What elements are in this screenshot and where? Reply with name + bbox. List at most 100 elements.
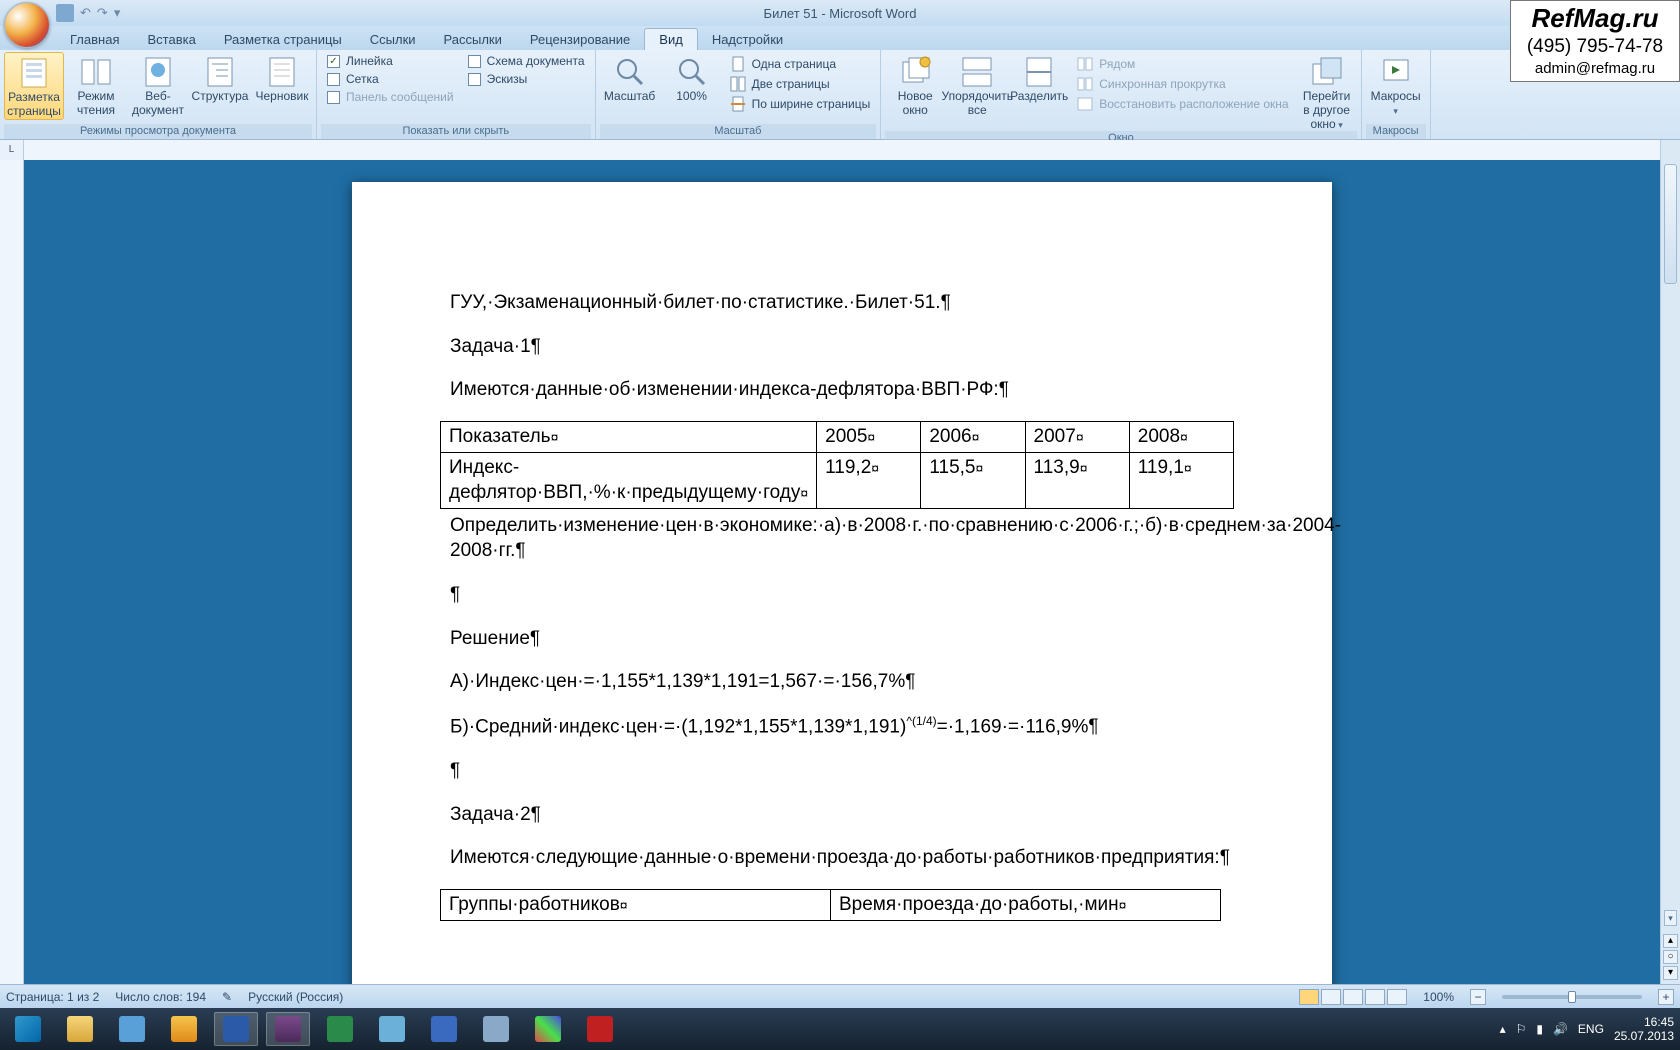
- doc-paragraph[interactable]: Задача·2: [450, 802, 1234, 828]
- cell[interactable]: Группы·работников: [449, 894, 620, 915]
- zoom-page-width-button[interactable]: По ширине страницы: [724, 94, 877, 114]
- zoom-slider-knob[interactable]: [1568, 991, 1576, 1003]
- doc-paragraph[interactable]: Б)·Средний·индекс·цен·=·(1,192*1,155*1,1…: [450, 713, 1234, 740]
- cell[interactable]: 119,2: [825, 457, 871, 478]
- taskbar-notepad[interactable]: [370, 1012, 414, 1046]
- cell[interactable]: 113,9: [1034, 457, 1080, 478]
- doc-paragraph[interactable]: Решение: [450, 626, 1234, 652]
- doc-paragraph[interactable]: [450, 582, 1234, 608]
- tab-review[interactable]: Рецензирование: [516, 29, 644, 50]
- view-read-icon[interactable]: [1321, 989, 1341, 1005]
- tab-selector[interactable]: L: [0, 140, 24, 160]
- scrollbar-thumb[interactable]: [1664, 164, 1677, 284]
- taskbar-calc[interactable]: [474, 1012, 518, 1046]
- cell[interactable]: 119,1: [1138, 457, 1184, 478]
- taskbar-excel[interactable]: [318, 1012, 362, 1046]
- tab-addins[interactable]: Надстройки: [698, 29, 797, 50]
- tab-layout[interactable]: Разметка страницы: [210, 29, 356, 50]
- zoom-100-button[interactable]: 100%: [662, 52, 722, 104]
- next-page-icon[interactable]: ▾: [1663, 966, 1678, 980]
- taskbar-paint[interactable]: [526, 1012, 570, 1046]
- start-button[interactable]: [6, 1012, 50, 1046]
- view-print-icon[interactable]: [1299, 989, 1319, 1005]
- office-button[interactable]: [4, 2, 50, 48]
- macros-button[interactable]: Макросы: [1366, 52, 1426, 118]
- check-thumbnails[interactable]: Эскизы: [462, 70, 591, 88]
- arrange-all-button[interactable]: Упорядочить все: [947, 52, 1007, 118]
- check-docmap[interactable]: Схема документа: [462, 52, 591, 70]
- check-gridlines[interactable]: Сетка: [321, 70, 460, 88]
- view-web-button[interactable]: Веб-документ: [128, 52, 188, 118]
- cell[interactable]: Время·проезда·до·работы,·мин: [839, 894, 1119, 915]
- view-draft-button[interactable]: Черновик: [252, 52, 312, 104]
- browse-object-icon[interactable]: ○: [1663, 950, 1678, 964]
- tray-flag-icon[interactable]: ⚐: [1516, 1022, 1527, 1036]
- qat-undo-icon[interactable]: ↶: [80, 5, 91, 21]
- tray-language[interactable]: ENG: [1578, 1022, 1604, 1036]
- tab-home[interactable]: Главная: [56, 29, 133, 50]
- taskbar-app[interactable]: [110, 1012, 154, 1046]
- cell[interactable]: 2005: [825, 426, 867, 447]
- tray-arrow-icon[interactable]: ▴: [1500, 1022, 1506, 1036]
- doc-paragraph[interactable]: Имеются·следующие·данные·о·времени·проез…: [450, 845, 1234, 871]
- tab-insert[interactable]: Вставка: [133, 29, 209, 50]
- status-zoom-level[interactable]: 100%: [1423, 990, 1454, 1004]
- scroll-down-icon[interactable]: ▾: [1664, 910, 1677, 926]
- qat-customize-icon[interactable]: ▾: [114, 5, 121, 21]
- zoom-button[interactable]: Масштаб: [600, 52, 660, 104]
- document-area[interactable]: ГУУ,·Экзаменационный·билет·по·статистике…: [24, 160, 1660, 984]
- status-language[interactable]: Русский (Россия): [248, 990, 343, 1004]
- new-window-button[interactable]: Новое окно: [885, 52, 945, 118]
- qat-redo-icon[interactable]: ↷: [97, 5, 108, 21]
- zoom-slider[interactable]: [1502, 995, 1642, 999]
- horizontal-ruler[interactable]: [24, 140, 1660, 160]
- qat-save-icon[interactable]: [56, 4, 74, 22]
- taskbar-app2[interactable]: [422, 1012, 466, 1046]
- doc-table-1[interactable]: Показатель 2005 2006 2007 2008 Индекс-де…: [440, 421, 1234, 509]
- split-button[interactable]: Разделить: [1009, 52, 1069, 104]
- tray-network-icon[interactable]: ▮: [1536, 1022, 1543, 1036]
- vertical-ruler[interactable]: [0, 160, 24, 984]
- switch-windows-button[interactable]: Перейти в другое окно: [1297, 52, 1357, 131]
- status-word-count[interactable]: Число слов: 194: [115, 990, 206, 1004]
- cell[interactable]: 2008: [1138, 426, 1180, 447]
- tray-clock[interactable]: 16:45 25.07.2013: [1614, 1015, 1674, 1044]
- taskbar-acrobat[interactable]: [578, 1012, 622, 1046]
- view-outline-button[interactable]: Структура: [190, 52, 250, 104]
- doc-table-2[interactable]: Группы·работников Время·проезда·до·работ…: [440, 889, 1221, 921]
- cell[interactable]: 115,5: [929, 457, 975, 478]
- taskbar-winrar[interactable]: [266, 1012, 310, 1046]
- check-ruler[interactable]: Линейка: [321, 52, 460, 70]
- cell[interactable]: 2007: [1034, 426, 1076, 447]
- view-reading-button[interactable]: Режим чтения: [66, 52, 126, 118]
- taskbar-word[interactable]: [214, 1012, 258, 1046]
- doc-paragraph[interactable]: ГУУ,·Экзаменационный·билет·по·статистике…: [450, 290, 1234, 316]
- cell[interactable]: 2006: [929, 426, 971, 447]
- taskbar-outlook[interactable]: [162, 1012, 206, 1046]
- zoom-two-pages-button[interactable]: Две страницы: [724, 74, 877, 94]
- vertical-scrollbar[interactable]: ▾ ▴ ○ ▾: [1660, 160, 1680, 984]
- proofing-icon[interactable]: ✎: [222, 990, 232, 1004]
- doc-paragraph[interactable]: А)·Индекс·цен·=·1,155*1,139*1,191=1,567·…: [450, 669, 1234, 695]
- prev-page-icon[interactable]: ▴: [1663, 934, 1678, 948]
- doc-paragraph[interactable]: Имеются·данные·об·изменении·индекса-дефл…: [450, 377, 1234, 403]
- zoom-in-button[interactable]: +: [1658, 989, 1674, 1005]
- view-outline-icon[interactable]: [1365, 989, 1385, 1005]
- taskbar-explorer[interactable]: [58, 1012, 102, 1046]
- doc-paragraph[interactable]: [450, 758, 1234, 784]
- zoom-out-button[interactable]: −: [1470, 989, 1486, 1005]
- tray-volume-icon[interactable]: 🔊: [1553, 1022, 1568, 1036]
- zoom-one-page-button[interactable]: Одна страница: [724, 54, 877, 74]
- tab-mailings[interactable]: Рассылки: [430, 29, 516, 50]
- view-print-layout-button[interactable]: Разметка страницы: [4, 52, 64, 120]
- view-web-icon[interactable]: [1343, 989, 1363, 1005]
- doc-paragraph[interactable]: Определить·изменение·цен·в·экономике:·а)…: [450, 513, 1234, 564]
- view-draft-icon[interactable]: [1387, 989, 1407, 1005]
- cell[interactable]: Показатель: [449, 426, 551, 447]
- status-page[interactable]: Страница: 1 из 2: [6, 990, 99, 1004]
- tab-view[interactable]: Вид: [644, 28, 698, 50]
- tab-references[interactable]: Ссылки: [356, 29, 430, 50]
- doc-paragraph[interactable]: Задача·1: [450, 334, 1234, 360]
- ruler-toggle-icon[interactable]: [1660, 140, 1680, 160]
- cell[interactable]: Индекс-дефлятор·ВВП,·%·к·предыдущему·год…: [449, 457, 800, 504]
